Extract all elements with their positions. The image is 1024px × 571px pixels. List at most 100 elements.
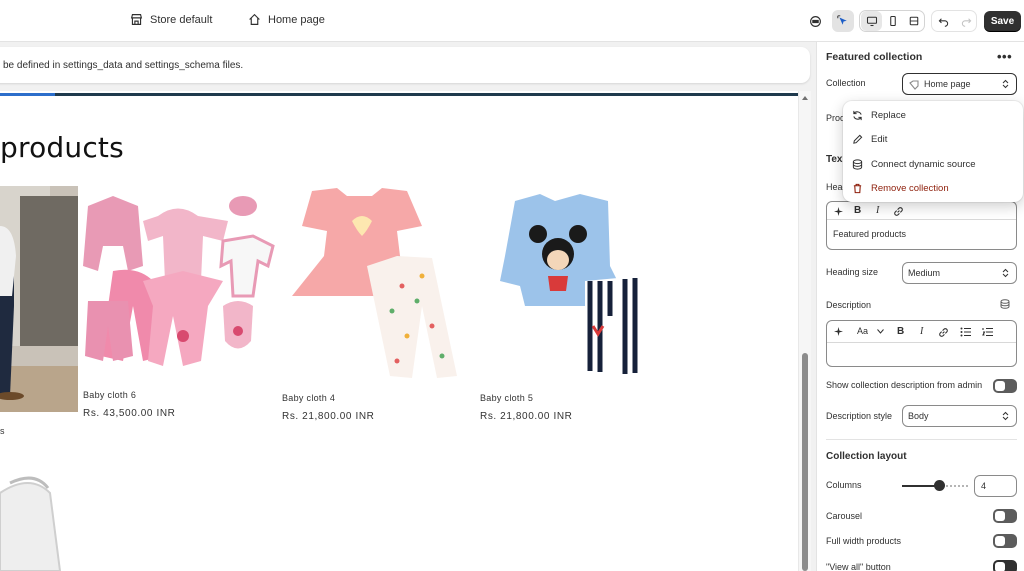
description-style-select[interactable]: Body — [902, 405, 1017, 427]
carousel-label: Carousel — [826, 511, 863, 521]
product-card-partial[interactable]: s — [0, 186, 78, 436]
full-width-toggle[interactable] — [993, 534, 1017, 548]
mobile-icon — [889, 15, 896, 27]
description-editor[interactable]: Aa B I — [826, 320, 1017, 367]
menu-item-connect-dynamic-source[interactable]: Connect dynamic source — [852, 155, 976, 173]
menu-item-replace[interactable]: Replace — [852, 106, 906, 124]
history-controls — [931, 10, 977, 32]
collection-tag-icon — [909, 80, 919, 90]
app-embeds-button[interactable] — [804, 10, 826, 32]
slider-handle[interactable] — [934, 480, 945, 491]
select-chevron-icon — [1002, 411, 1009, 421]
product-image — [83, 186, 278, 371]
inspector-button[interactable] — [832, 10, 854, 32]
collection-layout-heading: Collection layout — [826, 451, 907, 462]
menu-item-remove-collection[interactable]: Remove collection — [852, 179, 949, 197]
columns-slider[interactable] — [902, 480, 968, 491]
heading-text[interactable]: Featured products — [833, 229, 906, 239]
chevron-down-icon[interactable] — [877, 329, 884, 334]
description-editor-toolbar: Aa B I — [827, 321, 1016, 343]
link-icon[interactable] — [893, 206, 904, 217]
home-icon — [249, 13, 260, 25]
replace-icon — [853, 110, 862, 120]
bold-icon[interactable]: B — [897, 326, 904, 337]
link-icon[interactable] — [938, 327, 949, 338]
save-button[interactable]: Save — [984, 11, 1021, 31]
select-chevron-icon — [1002, 79, 1009, 89]
section-selection-indicator — [0, 93, 55, 96]
section-heading: products — [0, 131, 124, 164]
desktop-view-button[interactable] — [861, 11, 882, 31]
ai-sparkle-icon[interactable] — [834, 327, 843, 336]
theme-preview[interactable]: products s Baby cloth 6 Rs. 43,500.00 IN… — [0, 91, 798, 571]
editor-topbar: Store default Home page Save — [0, 0, 1024, 42]
heading-editor[interactable]: B I Featured products — [826, 201, 1017, 250]
show-description-label: Show collection description from admin — [826, 380, 983, 390]
menu-item-edit[interactable]: Edit — [852, 130, 887, 148]
fullscreen-view-button[interactable] — [903, 11, 924, 31]
menu-item-label: Replace — [871, 109, 906, 121]
more-actions-button[interactable]: ••• — [997, 49, 1012, 64]
menu-item-label: Edit — [871, 133, 888, 145]
product-price: Rs. 21,800.00 INR — [282, 411, 375, 422]
heading-size-select[interactable]: Medium — [902, 262, 1017, 284]
dynamic-source-icon[interactable] — [1000, 299, 1010, 309]
preview-scrollbar[interactable] — [798, 91, 811, 571]
expand-icon — [909, 16, 918, 26]
text-heading: Tex — [826, 154, 843, 165]
product-card[interactable]: Baby cloth 5 Rs. 21,800.00 INR — [480, 186, 675, 426]
view-all-label: "View all" button — [826, 562, 891, 571]
trash-icon — [853, 183, 862, 193]
bullet-list-icon[interactable] — [960, 327, 971, 337]
product-name: Baby cloth 6 — [83, 390, 137, 400]
show-description-toggle[interactable] — [993, 379, 1017, 393]
description-style-value: Body — [908, 411, 929, 421]
text-style-dropdown[interactable]: Aa — [857, 326, 868, 336]
italic-icon[interactable]: I — [876, 205, 879, 216]
inspector-cursor-icon — [836, 14, 847, 25]
product-card[interactable]: Baby cloth 6 Rs. 43,500.00 INR — [83, 186, 278, 426]
section-top-border — [0, 93, 798, 96]
database-icon — [852, 158, 863, 170]
slider-track — [942, 485, 968, 487]
store-label: Store default — [150, 13, 213, 26]
menu-item-label: Remove collection — [871, 182, 949, 194]
product-card[interactable]: Baby cloth 4 Rs. 21,800.00 INR — [282, 186, 477, 426]
product-name: Baby cloth 5 — [480, 393, 534, 403]
notice-text: be defined in settings_data and settings… — [3, 60, 244, 71]
product-price: Rs. 43,500.00 INR — [83, 408, 176, 419]
page-label: Home page — [268, 13, 325, 26]
viewport-toggle — [859, 10, 925, 32]
store-selector[interactable]: Store default — [130, 13, 212, 26]
carousel-toggle[interactable] — [993, 509, 1017, 523]
product-image-next-row — [0, 476, 62, 571]
scroll-up-arrow-icon[interactable] — [801, 94, 809, 102]
scrollbar-thumb[interactable] — [802, 353, 808, 571]
page-selector[interactable]: Home page — [248, 13, 325, 26]
numbered-list-icon[interactable] — [982, 327, 993, 337]
product-name: Baby cloth 4 — [282, 393, 336, 403]
pencil-icon — [853, 134, 863, 144]
collection-value: Home page — [924, 79, 971, 89]
bold-icon[interactable]: B — [854, 205, 861, 216]
product-image — [282, 186, 477, 381]
collection-picker[interactable]: Home page — [902, 73, 1017, 95]
description-style-label: Description style — [826, 411, 893, 421]
collection-actions-menu: Replace Edit Connect dynamic source Remo… — [843, 101, 1023, 202]
mobile-view-button[interactable] — [882, 11, 903, 31]
desktop-icon — [866, 16, 877, 27]
undo-button[interactable] — [932, 11, 954, 31]
columns-input[interactable]: 4 — [974, 475, 1017, 497]
collection-label: Collection — [826, 78, 866, 88]
app-embed-icon — [809, 15, 821, 27]
select-chevron-icon — [1002, 268, 1009, 278]
product-price-partial: s — [0, 426, 5, 436]
menu-item-label: Connect dynamic source — [871, 158, 976, 170]
description-label: Description — [826, 300, 872, 310]
view-all-toggle[interactable] — [993, 560, 1017, 571]
redo-button[interactable] — [955, 11, 977, 31]
ai-sparkle-icon[interactable] — [834, 207, 843, 216]
columns-label: Columns — [826, 480, 862, 490]
settings-notice-banner: be defined in settings_data and settings… — [0, 47, 810, 83]
italic-icon[interactable]: I — [920, 326, 923, 337]
